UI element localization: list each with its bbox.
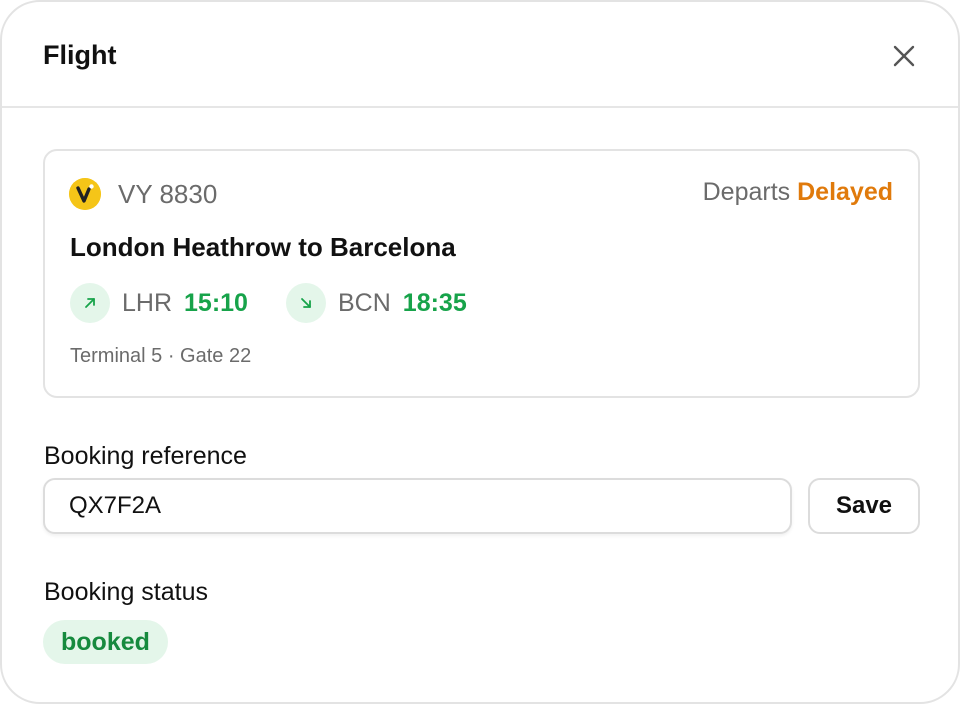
arrow-down-right-icon [286,283,326,323]
arrow-up-right-icon [70,283,110,323]
flight-dialog: Flight VY 8830 Departs Delayed London He… [0,0,960,704]
departure-status: Departs Delayed [703,178,893,207]
booking-reference-label: Booking reference [44,442,247,470]
delayed-status-text: Delayed [797,178,893,206]
departure-leg: LHR 15:10 [70,283,248,323]
dialog-title: Flight [43,40,117,70]
close-button[interactable] [886,38,922,74]
booking-status-label: Booking status [44,578,208,606]
terminal-gate: Terminal 5 · Gate 22 [70,345,252,367]
departure-airport: LHR [122,288,173,317]
departure-time: 15:10 [184,288,248,317]
save-button[interactable]: Save [808,478,920,534]
dialog-header: Flight [2,2,958,108]
arrival-time: 18:35 [402,288,467,317]
flight-route: London Heathrow to Barcelona [70,232,456,262]
flight-card: VY 8830 Departs Delayed London Heathrow … [43,149,920,398]
status-badge: booked [43,620,168,664]
arrival-leg: BCN 18:35 [286,283,467,323]
flight-number: VY 8830 [118,179,218,209]
departs-label: Departs [702,178,791,206]
airline-logo-icon [69,178,101,210]
booking-reference-input[interactable] [43,478,792,534]
arrival-airport: BCN [338,288,391,317]
close-icon [893,45,915,67]
